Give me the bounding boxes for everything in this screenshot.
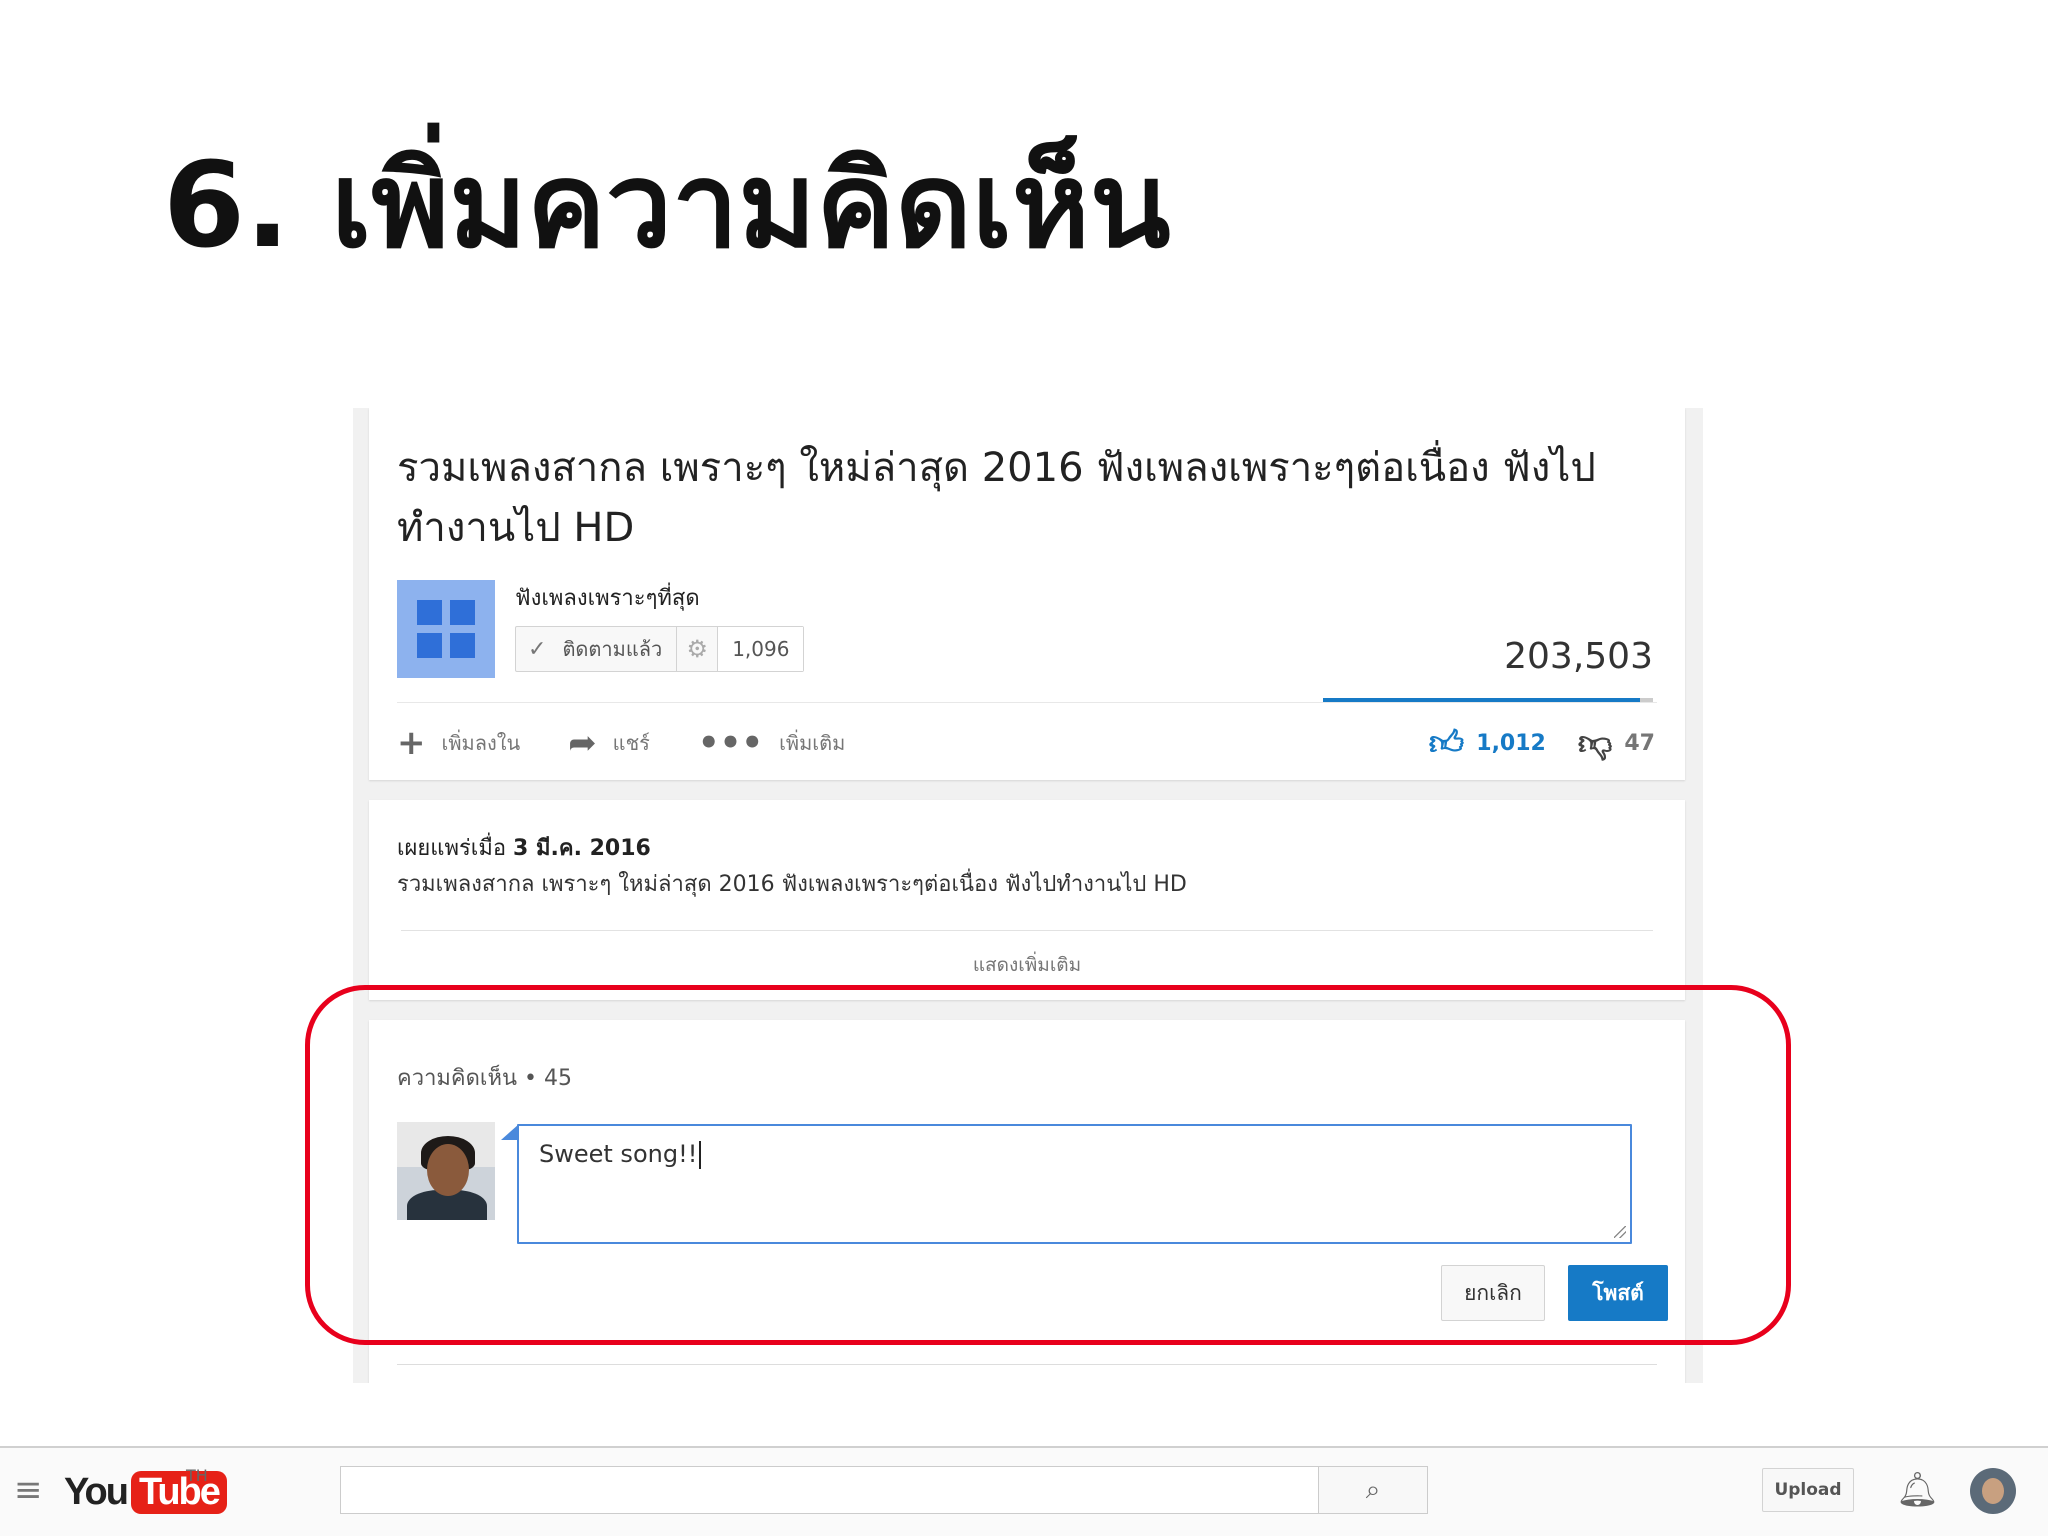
like-count: 1,012: [1476, 730, 1546, 756]
account-avatar[interactable]: [1970, 1468, 2016, 1514]
channel-name[interactable]: ฟังเพลงเพราะๆที่สุด: [515, 580, 700, 615]
ellipsis-icon: •••: [697, 723, 764, 763]
thumbs-up-icon[interactable]: 👍︎: [1429, 723, 1465, 764]
check-icon: ✓: [528, 636, 547, 662]
plus-icon: +: [397, 723, 426, 763]
hamburger-icon[interactable]: ≡: [14, 1470, 43, 1510]
more-button[interactable]: ••• เพิ่มเติม: [698, 723, 845, 763]
subscribe-group: ✓ ติดตามแล้ว ⚙ 1,096: [515, 626, 805, 672]
like-dislike-group: 👍︎ 1,012 👎︎ 47: [1429, 718, 1655, 768]
more-label: เพิ่มเติม: [779, 731, 846, 755]
slide-title: 6. เพิ่มความคิดเห็น: [163, 136, 1171, 274]
add-to-label: เพิ่มลงใน: [441, 731, 521, 755]
highlight-annotation: [305, 985, 1791, 1345]
subscribed-button[interactable]: ✓ ติดตามแล้ว: [516, 627, 678, 671]
divider: [397, 702, 1657, 703]
country-code: TH: [186, 1466, 208, 1485]
logo-you: You: [64, 1470, 129, 1513]
gear-icon[interactable]: ⚙: [677, 627, 719, 671]
search-icon[interactable]: ⌕: [1318, 1466, 1428, 1514]
subscribed-label: ติดตามแล้ว: [562, 637, 663, 661]
show-more-button[interactable]: แสดงเพิ่มเติม: [369, 950, 1685, 980]
video-info-card: รวมเพลงสากล เพราะๆ ใหม่ล่าสุด 2016 ฟังเพ…: [369, 408, 1685, 780]
sentiment-bar-like: [1323, 698, 1640, 702]
view-count: 203,503: [1504, 636, 1653, 677]
divider: [397, 1364, 1657, 1365]
share-button[interactable]: ➦ แชร์: [568, 723, 650, 763]
add-to-button[interactable]: + เพิ่มลงใน: [397, 723, 520, 763]
thumbs-down-icon[interactable]: 👎︎: [1578, 723, 1613, 764]
channel-logo[interactable]: [397, 580, 495, 678]
publish-date: เผยแพร่เมื่อ 3 มี.ค. 2016: [397, 830, 651, 865]
published-date: 3 มี.ค. 2016: [513, 836, 651, 861]
search-input[interactable]: [340, 1466, 1320, 1514]
description-card: เผยแพร่เมื่อ 3 มี.ค. 2016 รวมเพลงสากล เพ…: [369, 800, 1685, 1000]
divider: [401, 930, 1653, 931]
youtube-masthead: ≡ You Tube TH ⌕ Upload 🔔︎: [0, 1446, 2048, 1536]
action-bar: + เพิ่มลงใน ➦ แชร์ ••• เพิ่มเติม: [397, 718, 893, 768]
dislike-count: 47: [1624, 730, 1655, 756]
description-text: รวมเพลงสากล เพราะๆ ใหม่ล่าสุด 2016 ฟังเพ…: [397, 872, 1187, 897]
sentiment-bar: [1323, 698, 1653, 702]
bell-icon[interactable]: 🔔︎: [1896, 1470, 1939, 1510]
logo-tube: Tube: [130, 1470, 227, 1514]
published-prefix: เผยแพร่เมื่อ: [397, 836, 507, 861]
share-label: แชร์: [612, 731, 650, 755]
subscriber-count: 1,096: [718, 627, 804, 671]
upload-button[interactable]: Upload: [1762, 1468, 1854, 1512]
share-arrow-icon: ➦: [568, 723, 597, 763]
video-title: รวมเพลงสากล เพราะๆ ใหม่ล่าสุด 2016 ฟังเพ…: [397, 445, 1596, 551]
